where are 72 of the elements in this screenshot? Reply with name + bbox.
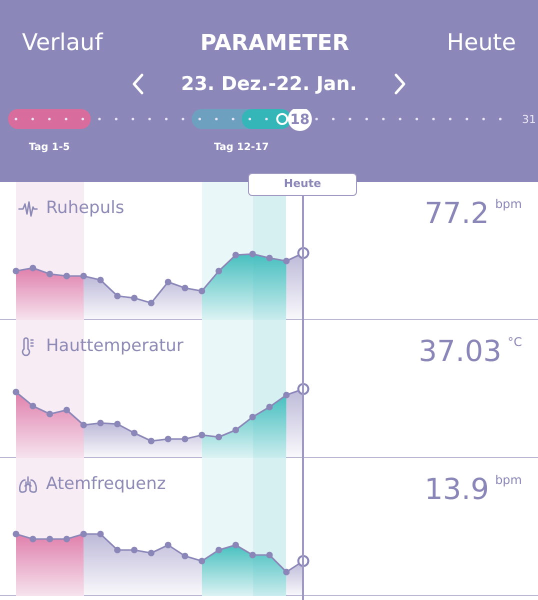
data-point [249, 250, 256, 258]
metric-value: 37.03 [418, 333, 502, 370]
data-point [164, 436, 172, 442]
data-point [249, 552, 256, 558]
data-point [164, 542, 172, 548]
data-point [283, 568, 290, 576]
data-point [114, 292, 121, 300]
data-point [216, 546, 222, 554]
data-point [114, 420, 121, 428]
data-point [198, 558, 206, 564]
last-day-label: 31 [522, 112, 536, 126]
data-point [182, 284, 188, 292]
data-point [249, 414, 256, 420]
data-point [148, 550, 154, 556]
metric-unit: bpm [495, 196, 522, 213]
today-link[interactable]: Heute [446, 26, 516, 60]
data-point [97, 420, 104, 426]
data-point [80, 422, 87, 428]
data-point [131, 430, 138, 436]
lungs-icon [18, 474, 38, 495]
data-point [80, 530, 87, 538]
data-point [198, 288, 206, 294]
date-range: 23. Dez.-22. Jan. [180, 72, 357, 97]
data-point [30, 402, 36, 410]
metric-unit: °C [508, 334, 522, 351]
data-point [182, 436, 188, 442]
data-point [63, 536, 70, 542]
today-tab[interactable]: Heute [248, 173, 357, 196]
current-day-marker[interactable]: 18 [288, 108, 312, 130]
data-point [283, 258, 290, 264]
data-point [12, 530, 20, 538]
data-point [46, 410, 54, 418]
range-label: Tag 12-17 [214, 142, 269, 152]
data-point [131, 294, 138, 302]
data-point [63, 406, 70, 414]
data-point [97, 530, 104, 538]
data-point [232, 426, 239, 434]
metric-name: Ruhepuls [46, 197, 124, 220]
data-point [63, 272, 70, 280]
data-point [12, 268, 20, 274]
data-point [266, 404, 273, 410]
data-point [232, 542, 239, 548]
data-point [266, 552, 273, 558]
data-point [266, 254, 273, 262]
data-point [148, 438, 154, 444]
data-point [216, 268, 222, 274]
data-point [114, 546, 121, 554]
data-point [216, 434, 222, 440]
data-point [232, 252, 239, 258]
data-point [46, 270, 54, 278]
metric-value: 13.9 [424, 471, 490, 508]
data-point [46, 536, 54, 542]
range-label: Tag 1-5 [28, 142, 70, 152]
data-point [198, 432, 206, 438]
metric-value: 77.2 [424, 195, 490, 232]
data-point [97, 276, 104, 284]
data-point [131, 546, 138, 554]
data-point [164, 278, 172, 286]
data-point [30, 264, 36, 272]
data-point [80, 272, 87, 280]
data-point [12, 388, 20, 396]
data-point [30, 536, 36, 542]
data-point [283, 392, 290, 398]
metric-name: Atemfrequenz [46, 473, 166, 496]
data-point [182, 552, 188, 560]
metric-unit: bpm [495, 472, 522, 489]
data-point [148, 300, 154, 306]
page-title: PARAMETER [200, 30, 350, 58]
pulse-icon [18, 198, 38, 219]
ring-icon [276, 112, 288, 124]
metric-name: Hauttemperatur [46, 335, 184, 358]
history-link[interactable]: Verlauf [22, 26, 103, 60]
